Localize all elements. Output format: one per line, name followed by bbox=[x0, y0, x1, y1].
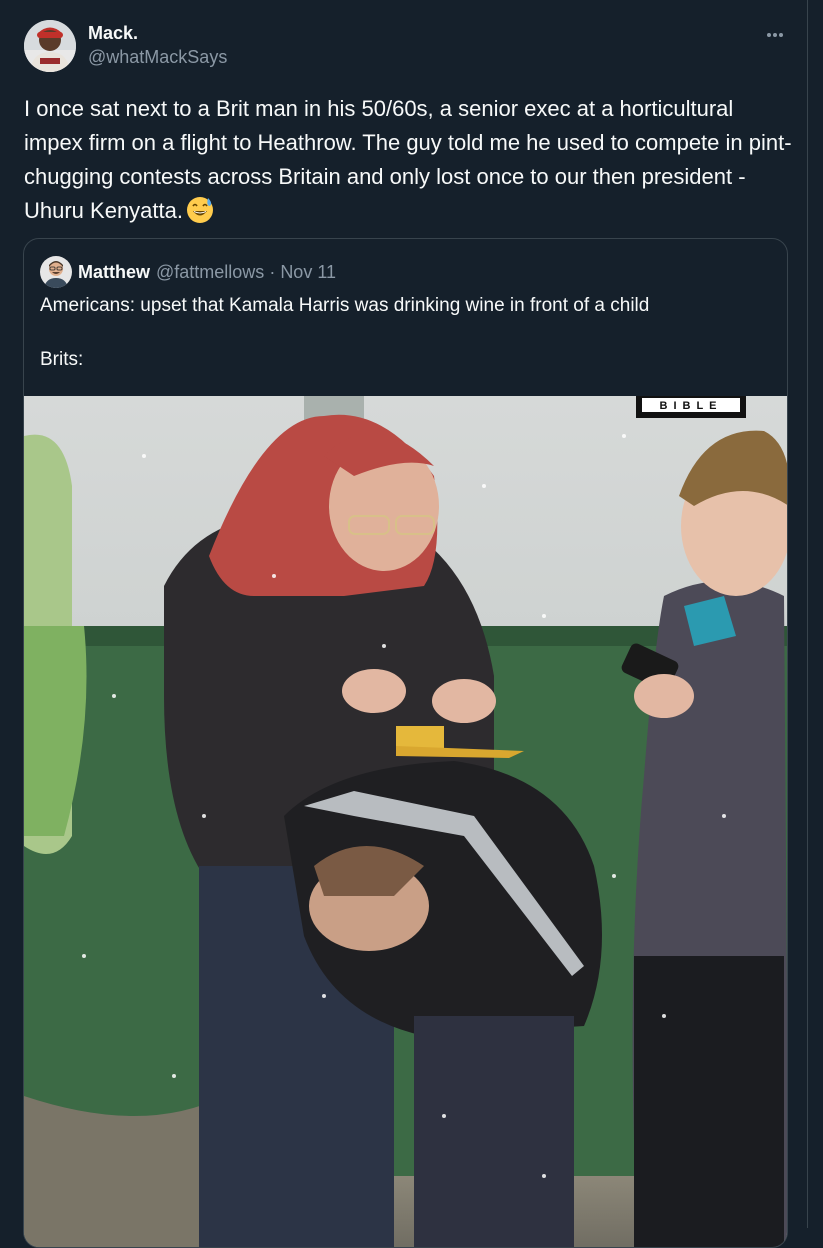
author-block[interactable]: Mack. @whatMackSays bbox=[88, 22, 227, 70]
quoted-tweet-text: Americans: upset that Kamala Harris was … bbox=[40, 292, 770, 373]
author-avatar[interactable] bbox=[24, 20, 76, 72]
quoted-tweet-header: Matthew @fattmellows · Nov 11 bbox=[40, 256, 336, 288]
tweet-text: I once sat next to a Brit man in his 50/… bbox=[24, 92, 794, 234]
watermark-label: BIBLE bbox=[642, 398, 740, 412]
quoted-text-line-1: Americans: upset that Kamala Harris was … bbox=[40, 295, 650, 316]
quoted-text-line-2: Brits: bbox=[40, 349, 84, 370]
quoted-author-avatar[interactable] bbox=[40, 256, 72, 288]
separator-dot: · bbox=[269, 261, 276, 282]
tweet-body: I once sat next to a Brit man in his 50/… bbox=[24, 96, 792, 223]
quoted-author-handle[interactable]: @fattmellows bbox=[156, 262, 264, 283]
avatar-image bbox=[24, 20, 76, 72]
grinning-face-with-sweat-emoji bbox=[186, 196, 214, 234]
author-handle[interactable]: @whatMackSays bbox=[88, 44, 227, 70]
video-watermark: BIBLE bbox=[636, 396, 746, 418]
quoted-tweet-date[interactable]: Nov 11 bbox=[280, 262, 336, 283]
more-horizontal-icon[interactable] bbox=[760, 20, 790, 50]
video-frame bbox=[24, 396, 787, 1247]
page-edge bbox=[808, 0, 823, 1228]
quoted-tweet-video[interactable]: BIBLE bbox=[24, 396, 787, 1247]
tweet[interactable]: Mack. @whatMackSays I once sat next to a… bbox=[0, 0, 808, 1248]
quoted-tweet[interactable]: Matthew @fattmellows · Nov 11 Americans:… bbox=[23, 238, 788, 1248]
quoted-author-display-name[interactable]: Matthew bbox=[78, 262, 150, 283]
author-display-name[interactable]: Mack. bbox=[88, 22, 227, 44]
